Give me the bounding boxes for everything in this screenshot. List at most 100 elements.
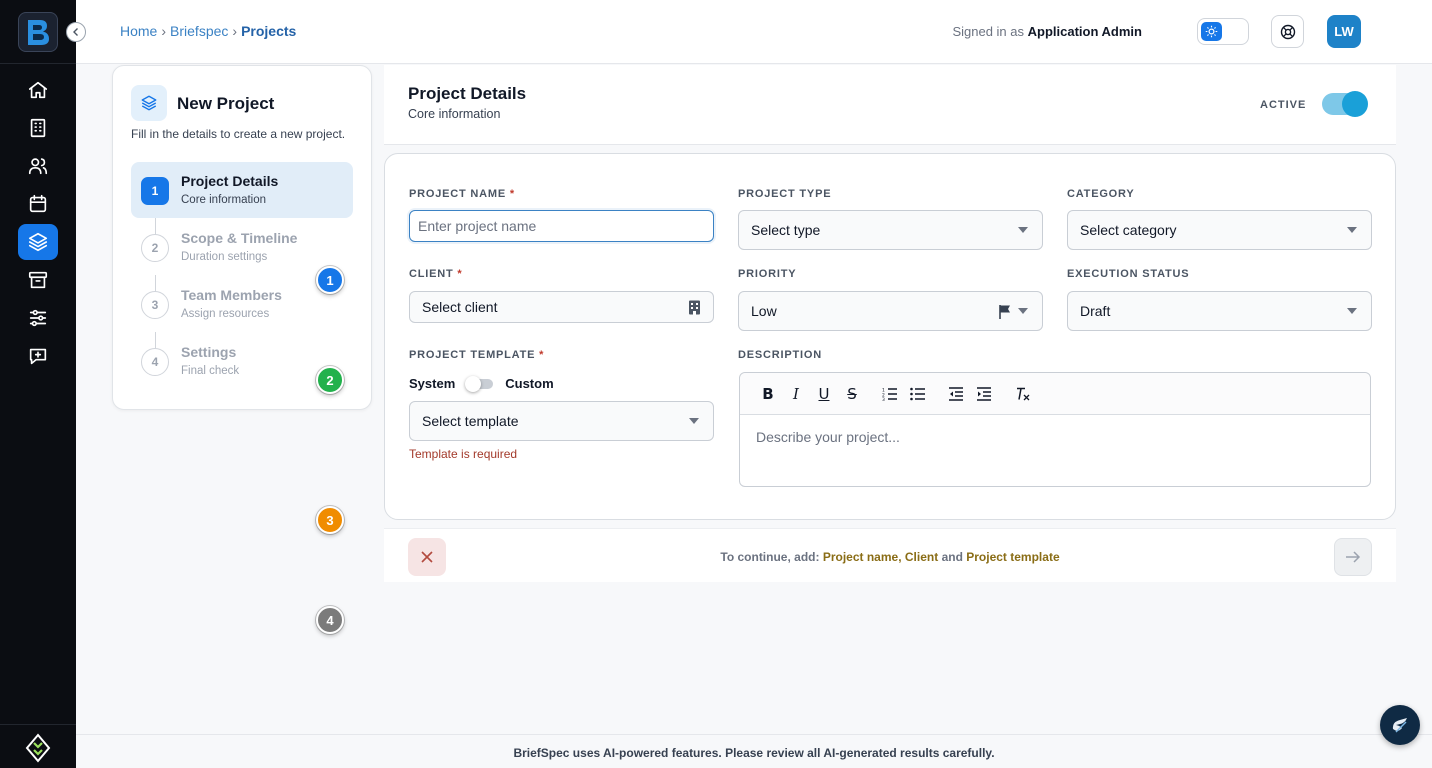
step-title: Scope & Timeline: [181, 230, 298, 246]
missing-client: Client: [904, 550, 939, 564]
template-error: Template is required: [409, 447, 518, 461]
next-button[interactable]: [1334, 538, 1372, 576]
annotation-badge-1: 1: [316, 266, 344, 294]
indent-button[interactable]: [970, 380, 998, 408]
client-select[interactable]: Select client: [409, 291, 714, 323]
description-editor[interactable]: B I U S 123 Describe your project...: [739, 372, 1371, 487]
theme-toggle[interactable]: [1197, 18, 1249, 45]
continue-requirements-text: To continue, add: Project name, Client a…: [384, 550, 1396, 564]
signed-in-prefix: Signed in as: [952, 24, 1025, 39]
breadcrumb-separator: ›: [161, 23, 167, 39]
project-template-label: PROJECT TEMPLATE *: [409, 349, 545, 361]
project-details-header: Project Details Core information ACTIVE: [384, 65, 1396, 145]
missing-project-template: Project template: [966, 550, 1060, 564]
editor-toolbar: B I U S 123: [740, 373, 1370, 415]
missing-project-name: Project name,: [822, 550, 902, 564]
breadcrumb-separator: ›: [232, 23, 238, 39]
italic-button[interactable]: I: [782, 380, 810, 408]
breadcrumb: Home › Briefspec › Projects: [120, 23, 296, 39]
wizard-action-bar: To continue, add: Project name, Client a…: [384, 528, 1396, 582]
sidebar-item-feedback[interactable]: [18, 338, 58, 374]
underline-button[interactable]: U: [810, 380, 838, 408]
active-toggle[interactable]: [1322, 91, 1368, 117]
execution-status-label: EXECUTION STATUS: [1067, 268, 1190, 280]
sidebar-item-archive[interactable]: [18, 262, 58, 298]
bullet-list-icon: [910, 387, 925, 400]
project-details-form: PROJECT NAME * PROJECT TYPE CATEGORY Sel…: [384, 153, 1396, 520]
toggle-system-label[interactable]: System: [409, 376, 455, 391]
priority-select[interactable]: Low: [738, 291, 1043, 331]
layers-icon: [28, 232, 48, 252]
active-label: ACTIVE: [1260, 99, 1307, 111]
sidebar-item-settings[interactable]: [18, 300, 58, 336]
step-subtitle: Assign resources: [181, 308, 270, 320]
outdent-button[interactable]: [942, 380, 970, 408]
step-subtitle: Final check: [181, 365, 240, 377]
ordered-list-icon: 123: [882, 387, 897, 401]
category-select[interactable]: Select category: [1067, 210, 1372, 250]
project-type-value: Select type: [751, 222, 821, 238]
annotation-badge-3: 3: [316, 506, 344, 534]
building-icon: [689, 300, 700, 315]
annotation-badge-4: 4: [316, 606, 344, 634]
lifebuoy-icon: [1280, 24, 1295, 39]
message-plus-icon: [29, 348, 47, 365]
bold-button[interactable]: B: [754, 380, 782, 408]
flag-icon: [999, 305, 1010, 319]
step-number: 3: [141, 291, 169, 319]
briefspec-logo-icon: [28, 20, 49, 45]
step-title: Project Details: [181, 173, 279, 189]
template-source-toggle: System Custom: [409, 375, 554, 392]
help-button[interactable]: [1271, 15, 1304, 48]
users-icon: [28, 158, 48, 175]
project-name-input[interactable]: [418, 218, 713, 234]
outdent-icon: [949, 386, 963, 401]
sidebar-item-calendar[interactable]: [18, 186, 58, 222]
breadcrumb-home[interactable]: Home: [120, 23, 157, 39]
template-select[interactable]: Select template: [409, 401, 714, 441]
user-avatar[interactable]: LW: [1327, 15, 1361, 48]
breadcrumb-briefspec[interactable]: Briefspec: [170, 23, 228, 39]
clear-format-button[interactable]: [1008, 380, 1036, 408]
step-project-details[interactable]: 1 Project Details Core information: [131, 162, 353, 218]
toggle-custom-label[interactable]: Custom: [505, 376, 553, 391]
step-scope-timeline[interactable]: 2 Scope & Timeline Duration settings: [131, 219, 353, 275]
template-source-switch[interactable]: [465, 375, 494, 392]
description-label: DESCRIPTION: [738, 349, 822, 361]
step-subtitle: Core information: [181, 194, 267, 206]
assistant-icon: [1392, 718, 1407, 733]
ordered-list-button[interactable]: 123: [876, 380, 904, 408]
strikethrough-button[interactable]: S: [838, 380, 866, 408]
chevron-down-icon: [1347, 227, 1357, 233]
panel-title: Project Details: [408, 84, 527, 103]
signed-in-text: Signed in as Application Admin: [952, 24, 1142, 39]
chevron-down-icon: [1018, 227, 1028, 233]
ai-notice-footer: BriefSpec uses AI-powered features. Plea…: [76, 734, 1432, 768]
ai-assistant-button[interactable]: [1380, 705, 1420, 745]
app-logo[interactable]: [18, 12, 58, 52]
sidebar-item-buildings[interactable]: [18, 110, 58, 146]
archive-icon: [28, 271, 48, 289]
priority-label: PRIORITY: [738, 268, 797, 280]
sliders-icon: [29, 309, 47, 327]
client-value: Select client: [422, 299, 498, 315]
description-input[interactable]: Describe your project...: [740, 415, 1370, 459]
sidebar-item-projects[interactable]: [18, 224, 58, 260]
project-type-select[interactable]: Select type: [738, 210, 1043, 250]
top-header: Home › Briefspec › Projects Signed in as…: [76, 0, 1432, 64]
step-title: Settings: [181, 344, 237, 360]
calendar-icon: [29, 194, 47, 213]
step-number: 4: [141, 348, 169, 376]
toggle-knob: [465, 375, 482, 392]
wizard-title: New Project: [177, 94, 275, 113]
signed-in-user: Application Admin: [1027, 24, 1142, 39]
collapse-sidebar-button[interactable]: [66, 22, 86, 42]
project-name-field[interactable]: [409, 210, 714, 242]
execution-status-select[interactable]: Draft: [1067, 291, 1372, 331]
priority-value: Low: [751, 303, 777, 319]
project-name-label: PROJECT NAME *: [409, 188, 515, 200]
sidebar-item-users[interactable]: [18, 148, 58, 184]
sidebar-item-home[interactable]: [18, 72, 58, 108]
step-subtitle: Duration settings: [181, 251, 268, 263]
bullet-list-button[interactable]: [904, 380, 932, 408]
